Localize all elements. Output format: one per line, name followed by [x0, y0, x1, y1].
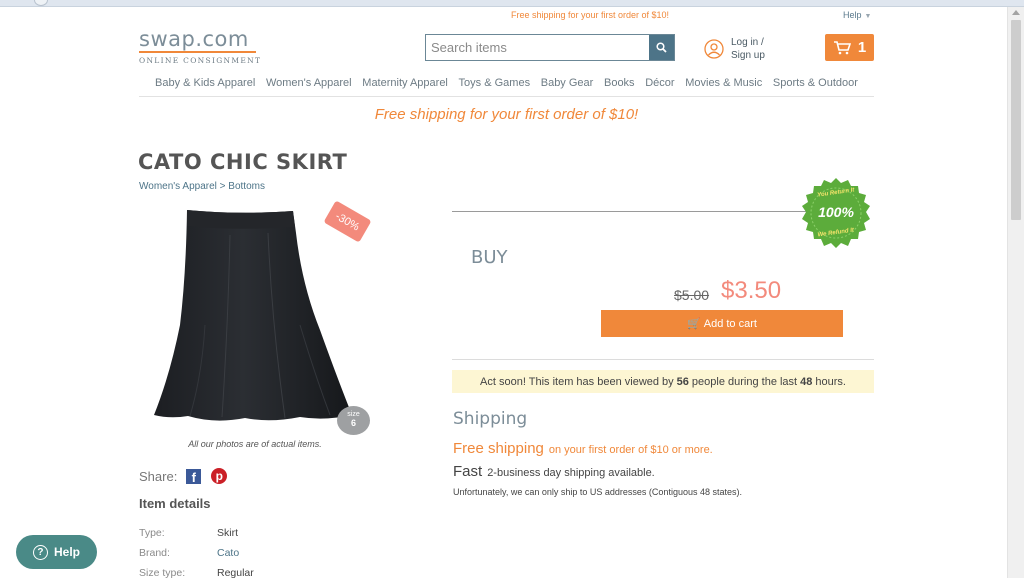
pinterest-icon[interactable]: p [211, 468, 228, 484]
fast-shipping-detail: 2-business day shipping available. [487, 467, 655, 479]
cart-count: 1 [857, 39, 867, 56]
promo-banner: Free shipping for your first order of $1… [374, 106, 639, 123]
logo-tagline: ONLINE CONSIGNMENT [139, 56, 262, 65]
detail-key: Brand: [139, 547, 170, 559]
cart-plus-icon: 🛒 [687, 318, 701, 330]
detail-row-brand: Brand: Cato [139, 543, 254, 563]
scroll-up-arrow-icon[interactable] [1012, 10, 1020, 15]
nav-item-toys-games[interactable]: Toys & Games [459, 75, 531, 96]
breadcrumb-separator: > [219, 181, 226, 192]
help-link-label: Help [843, 10, 862, 20]
photo-caption: All our photos are of actual items. [188, 439, 322, 449]
notice-hours: 48 [800, 375, 813, 388]
logo-underline [139, 51, 256, 53]
original-price: $5.00 [674, 287, 710, 303]
buy-panel-divider [452, 211, 812, 212]
cart-button[interactable]: 1 [825, 34, 874, 61]
logo-name: swap.com [139, 27, 249, 51]
top-promo-text: Free shipping for your first order of $1… [510, 10, 670, 20]
share-bar: Share: f p [139, 468, 228, 484]
add-to-cart-button[interactable]: 🛒 Add to cart [601, 310, 843, 337]
question-mark-icon: ? [32, 544, 48, 560]
site-logo[interactable]: swap.com ONLINE CONSIGNMENT [139, 28, 261, 65]
nav-item-baby-gear[interactable]: Baby Gear [541, 75, 594, 96]
detail-value: Skirt [217, 527, 238, 539]
nav-item-movies-music[interactable]: Movies & Music [685, 75, 762, 96]
login-label: Log in / [731, 37, 764, 48]
signup-label: Sign up [731, 50, 765, 61]
fast-shipping-line: Fast 2-business day shipping available. [453, 463, 655, 481]
free-shipping-detail: on your first order of $10 or more. [548, 444, 713, 456]
nav-item-womens-apparel[interactable]: Women's Apparel [266, 75, 352, 96]
buy-label: BUY [471, 247, 508, 268]
shipping-heading: Shipping [453, 409, 528, 429]
scrollbar-thumb[interactable] [1011, 20, 1021, 220]
nav-item-decor[interactable]: Décor [645, 75, 674, 96]
shipping-note: Unfortunately, we can only ship to US ad… [453, 487, 742, 497]
nav-item-books[interactable]: Books [604, 75, 635, 96]
sale-price: $3.50 [721, 277, 782, 304]
share-label: Share: [139, 468, 178, 484]
add-to-cart-label: Add to cart [703, 317, 757, 330]
product-photo[interactable] [150, 205, 360, 427]
product-title: CATO CHIC SKIRT [138, 150, 348, 174]
views-notice: Act soon! This item has been viewed by 5… [452, 370, 874, 393]
free-shipping-line: Free shipping on your first order of $10 … [453, 440, 713, 458]
guarantee-mid-text: 100% [818, 204, 854, 220]
nav-item-baby-kids-apparel[interactable]: Baby & Kids Apparel [155, 75, 255, 96]
nav-item-maternity-apparel[interactable]: Maternity Apparel [362, 75, 448, 96]
login-signup-link[interactable]: Log in / Sign up [704, 36, 765, 62]
brand-link[interactable]: Cato [217, 547, 239, 559]
notice-mid: people during the last [691, 375, 798, 388]
search-button[interactable] [649, 35, 674, 60]
notice-views: 56 [676, 375, 689, 388]
notice-prefix: Act soon! This item has been viewed by [480, 375, 674, 388]
guarantee-seal: You Return It 100% We Refund It [800, 177, 872, 249]
detail-key: Size type: [139, 567, 186, 578]
category-nav: Baby & Kids Apparel Women's Apparel Mate… [139, 75, 874, 97]
guarantee-seal-icon: You Return It 100% We Refund It [802, 178, 870, 248]
user-icon [704, 39, 724, 59]
nav-item-sports-outdoor[interactable]: Sports & Outdoor [773, 75, 858, 96]
item-details-heading: Item details [139, 496, 211, 511]
size-value: 6 [350, 418, 356, 428]
cart-icon [833, 41, 851, 55]
detail-row-size-type: Size type: Regular [139, 563, 254, 578]
chevron-down-icon: ▼ [864, 13, 872, 20]
item-details-list: Type: Skirt Brand: Cato Size type: Regul… [139, 523, 254, 578]
detail-key: Type: [139, 527, 165, 539]
search-icon [656, 42, 667, 53]
scrollbar[interactable] [1007, 7, 1024, 578]
notice-suffix: hours. [815, 375, 846, 388]
free-shipping-title: Free shipping [453, 440, 544, 457]
detail-row-type: Type: Skirt [139, 523, 254, 543]
help-chat-button[interactable]: ? Help [16, 535, 97, 569]
section-divider [452, 359, 874, 360]
browser-tab-circle [34, 0, 48, 6]
detail-value: Regular [217, 567, 254, 578]
help-chat-label: Help [53, 545, 80, 559]
search-input[interactable] [426, 35, 650, 60]
breadcrumb-bottoms[interactable]: Bottoms [228, 181, 265, 192]
breadcrumb: Women's Apparel > Bottoms [139, 181, 265, 192]
fast-shipping-title: Fast [453, 463, 483, 480]
browser-chrome [0, 0, 1024, 7]
breadcrumb-womens-apparel[interactable]: Women's Apparel [139, 181, 217, 192]
skirt-image [154, 210, 352, 421]
search-box [425, 34, 675, 61]
facebook-icon[interactable]: f [186, 468, 202, 484]
size-badge: size 6 [337, 406, 370, 435]
help-menu-link[interactable]: Help ▼ [843, 10, 871, 20]
